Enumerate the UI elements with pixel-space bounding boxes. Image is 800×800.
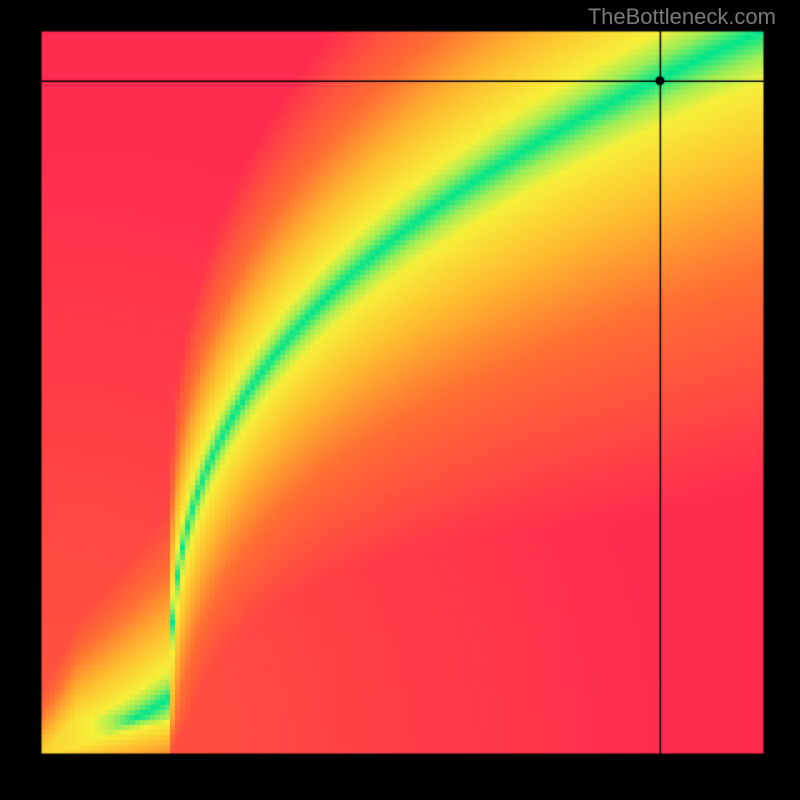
chart-container: TheBottleneck.com	[0, 0, 800, 800]
heatmap-plot	[40, 30, 765, 755]
heatmap-canvas	[40, 30, 765, 755]
watermark-text: TheBottleneck.com	[588, 4, 776, 30]
